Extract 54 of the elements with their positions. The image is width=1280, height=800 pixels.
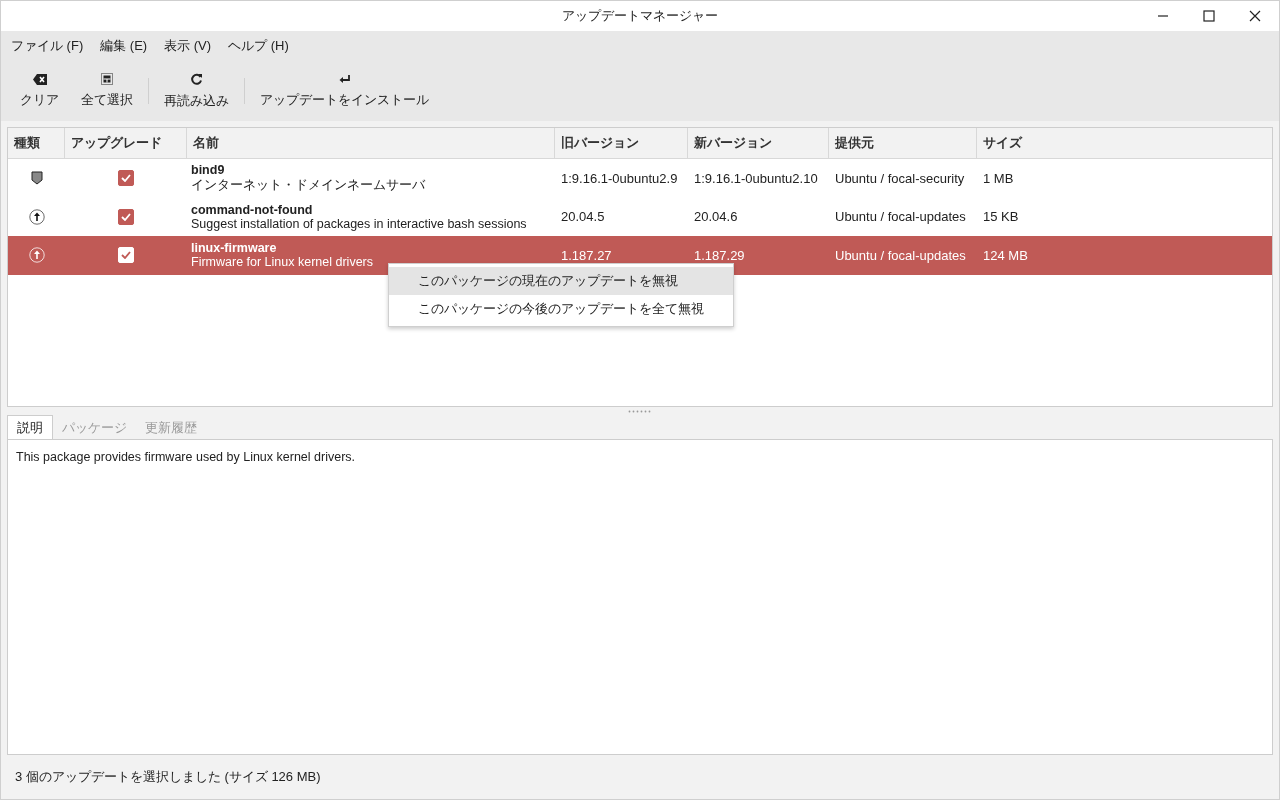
table-cell: 1:9.16.1-0ubuntu2.10 [694, 170, 818, 186]
menu-item[interactable]: 表示 (V) [164, 37, 212, 55]
checkmark-icon [121, 212, 131, 221]
maximize-icon[interactable] [1203, 10, 1215, 22]
backspace-icon [32, 73, 47, 85]
select-all-icon [101, 73, 113, 85]
table-cell: Ubuntu / focal-updates [835, 247, 966, 263]
toolbar-button[interactable]: 再読み込み [153, 68, 240, 114]
toolbar-button[interactable]: クリア [9, 69, 70, 113]
package-description: Firmware for Linux kernel drivers [191, 255, 373, 270]
table-cell: 1.187.29 [694, 247, 745, 263]
menu-item[interactable]: ファイル (F) [11, 37, 84, 55]
table-row[interactable]: linux-firmware Firmware for Linux kernel drivers 1.187.27 1.187.29 Ubuntu / focal-updates 124 MB [8, 236, 1272, 275]
table-cell: 1 MB [983, 170, 1014, 186]
column-header[interactable]: 提供元 [829, 128, 977, 158]
column-header[interactable]: 新バージョン [688, 128, 829, 158]
toolbar-button[interactable]: アップデートをインストール [249, 69, 440, 113]
table-row[interactable]: bind9 インターネット・ドメインネームサーバ 1:9.16.1-0ubuntu2.9 1:9.16.1-0ubuntu2.10 Ubuntu / focal-security 1 MB [8, 159, 1272, 198]
table-cell: 1.187.27 [561, 247, 612, 263]
tab[interactable]: 説明 [7, 415, 53, 439]
close-icon[interactable] [1249, 10, 1261, 22]
window-title: アップデートマネージャー [562, 7, 718, 25]
package-name: linux-firmware [191, 241, 277, 256]
table-cell: 1:9.16.1-0ubuntu2.9 [561, 170, 678, 186]
column-header[interactable]: アップグレード [65, 128, 187, 158]
column-header[interactable]: 旧バージョン [555, 128, 688, 158]
menu-item[interactable]: 編集 (E) [100, 37, 148, 55]
package-name: bind9 [191, 162, 225, 177]
toolbar-button[interactable]: 全て選択 [70, 69, 144, 113]
column-header[interactable]: 名前 [187, 128, 555, 158]
table-cell: Ubuntu / focal-updates [835, 209, 966, 225]
table-cell: 20.04.5 [561, 209, 605, 225]
table-cell: 124 MB [983, 247, 1028, 263]
refresh-icon [190, 72, 203, 86]
checkmark-icon [121, 251, 131, 260]
package-description: Suggest installation of packages in interactive bash sessions [191, 216, 527, 231]
menu-item[interactable]: ヘルプ (H) [228, 37, 289, 55]
checkbox[interactable] [118, 170, 134, 187]
table-cell: 15 KB [983, 209, 1019, 225]
column-header[interactable]: サイズ [977, 128, 1272, 158]
package-name: command-not-found [191, 202, 313, 217]
enter-arrow-icon [338, 73, 351, 85]
context-menu-item[interactable]: このパッケージの今後のアップデートを全て無視 [389, 295, 733, 323]
description-text: This package provides firmware used by Linux kernel drivers. [16, 450, 356, 464]
status-text: 3 個のアップデートを選択しました (サイズ 126 MB) [15, 768, 321, 786]
table-cell: 20.04.6 [694, 209, 738, 225]
checkbox[interactable] [118, 208, 134, 225]
column-header[interactable]: 種類 [8, 128, 65, 158]
checkmark-icon [121, 174, 131, 183]
shield-icon [30, 171, 43, 186]
table-row[interactable]: command-not-found Suggest installation of packages in interactive bash sessions 20.04.5 20.04.6 Ubuntu / focal-updates 15 KB [8, 197, 1272, 236]
context-menu-item[interactable]: このパッケージの現在のアップデートを無視 [389, 267, 733, 295]
package-description: インターネット・ドメインネームサーバ [191, 176, 425, 194]
table-cell: Ubuntu / focal-security [835, 170, 965, 186]
